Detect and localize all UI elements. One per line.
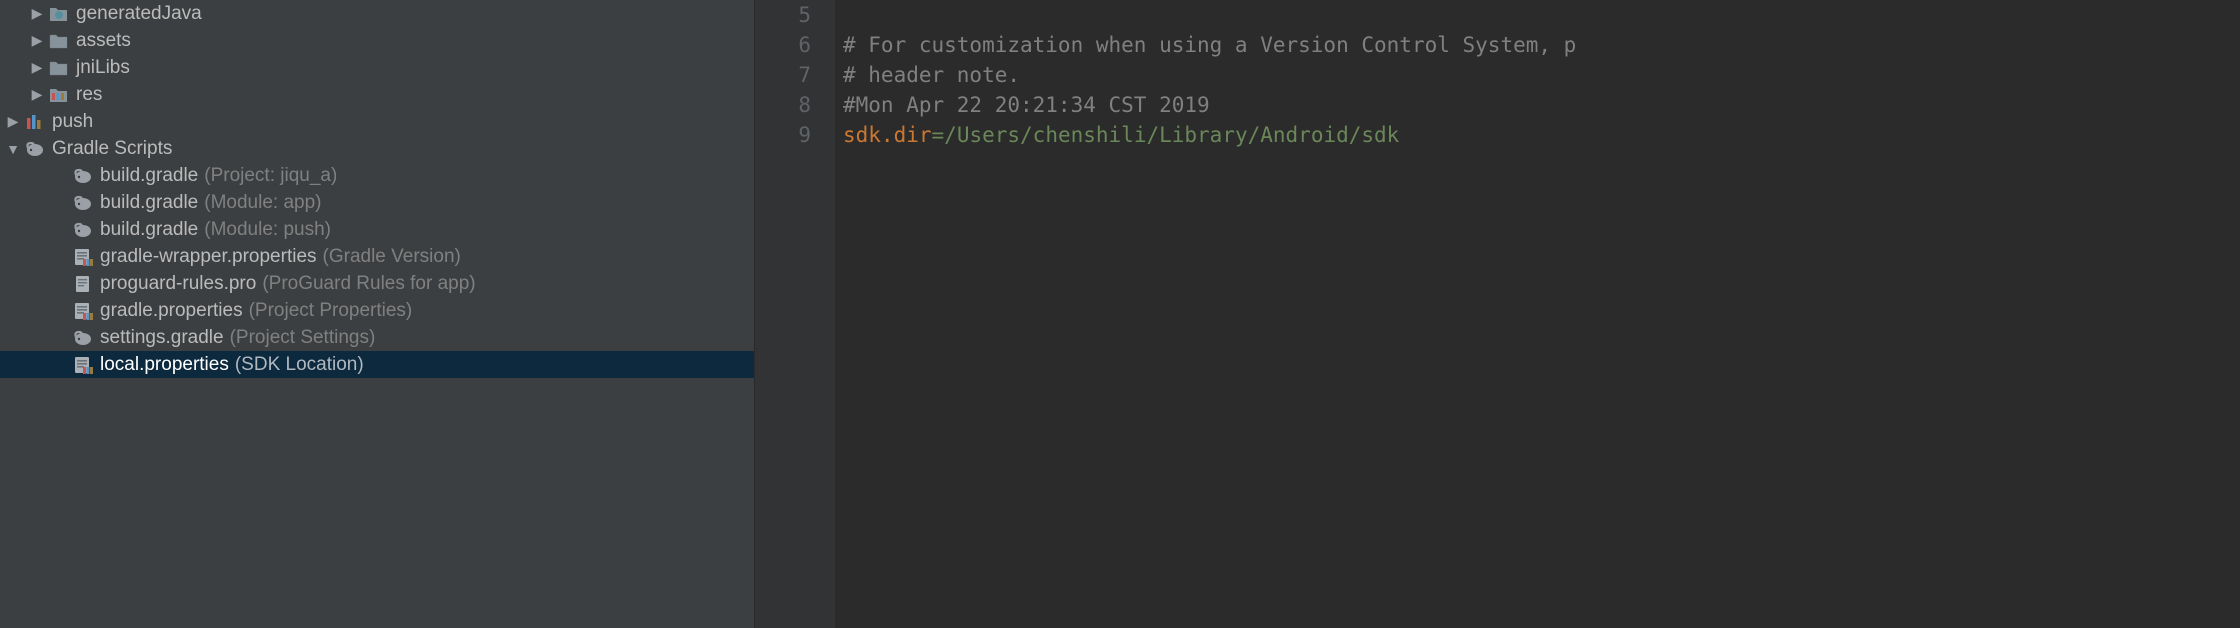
chevron-down-icon: ▼ xyxy=(6,141,20,157)
file-icon xyxy=(72,273,94,295)
gradle-icon xyxy=(24,138,46,160)
gutter-margin xyxy=(827,0,835,628)
tree-item-gradle-properties[interactable]: ▶ gradle.properties (Project Properties) xyxy=(0,297,754,324)
tree-item-build-gradle-app[interactable]: ▶ build.gradle (Module: app) xyxy=(0,189,754,216)
code-line: sdk.dir=/Users/chenshili/Library/Android… xyxy=(843,123,1399,147)
chevron-right-icon: ▶ xyxy=(30,86,44,103)
tree-item-settings-gradle[interactable]: ▶ settings.gradle (Project Settings) xyxy=(0,324,754,351)
package-icon xyxy=(48,3,70,25)
property-sep: = xyxy=(932,123,945,147)
tree-item-hint: (Gradle Version) xyxy=(323,246,461,268)
gradle-icon xyxy=(72,192,94,214)
code-line: # For customization when using a Version… xyxy=(843,33,1576,57)
tree-item-generated-java[interactable]: ▶ generatedJava xyxy=(0,0,754,27)
properties-icon xyxy=(72,300,94,322)
tree-item-label: build.gradle xyxy=(100,192,198,214)
chevron-right-icon: ▶ xyxy=(6,113,20,130)
line-number-gutter: 5 6 7 8 9 xyxy=(755,0,827,628)
properties-icon xyxy=(72,354,94,376)
folder-icon xyxy=(48,30,70,52)
tree-item-label: settings.gradle xyxy=(100,327,224,349)
tree-item-build-gradle-push[interactable]: ▶ build.gradle (Module: push) xyxy=(0,216,754,243)
project-tree[interactable]: ▶ generatedJava ▶ assets ▶ jniLibs ▶ res… xyxy=(0,0,754,628)
tree-item-label: gradle-wrapper.properties xyxy=(100,246,317,268)
res-folder-icon xyxy=(48,84,70,106)
tree-item-hint: (ProGuard Rules for app) xyxy=(262,273,475,295)
tree-item-label: local.properties xyxy=(100,354,229,376)
tree-item-hint: (Project Settings) xyxy=(230,327,376,349)
tree-item-res[interactable]: ▶ res xyxy=(0,81,754,108)
tree-item-label: push xyxy=(52,111,93,133)
tree-item-label: jniLibs xyxy=(76,57,130,79)
tree-item-label: generatedJava xyxy=(76,3,202,25)
tree-item-push[interactable]: ▶ push xyxy=(0,108,754,135)
tree-item-hint: (SDK Location) xyxy=(235,354,364,376)
tree-item-hint: (Project: jiqu_a) xyxy=(204,165,337,187)
chevron-right-icon: ▶ xyxy=(30,59,44,76)
editor-pane[interactable]: 5 6 7 8 9 # For customization when using… xyxy=(754,0,2240,628)
tree-item-label: build.gradle xyxy=(100,219,198,241)
tree-item-jnilibs[interactable]: ▶ jniLibs xyxy=(0,54,754,81)
tree-item-gradle-scripts[interactable]: ▼ Gradle Scripts xyxy=(0,135,754,162)
gradle-icon xyxy=(72,165,94,187)
tree-item-label: proguard-rules.pro xyxy=(100,273,256,295)
tree-item-label: gradle.properties xyxy=(100,300,243,322)
line-number: 9 xyxy=(755,120,811,150)
tree-item-hint: (Project Properties) xyxy=(249,300,413,322)
gradle-icon xyxy=(72,219,94,241)
tree-item-build-gradle-project[interactable]: ▶ build.gradle (Project: jiqu_a) xyxy=(0,162,754,189)
tree-item-label: Gradle Scripts xyxy=(52,138,172,160)
line-number: 8 xyxy=(755,90,811,120)
tree-item-proguard[interactable]: ▶ proguard-rules.pro (ProGuard Rules for… xyxy=(0,270,754,297)
code-area[interactable]: # For customization when using a Version… xyxy=(835,0,2240,628)
folder-icon xyxy=(48,57,70,79)
tree-item-hint: (Module: push) xyxy=(204,219,331,241)
tree-item-assets[interactable]: ▶ assets xyxy=(0,27,754,54)
tree-item-label: build.gradle xyxy=(100,165,198,187)
tree-item-hint: (Module: app) xyxy=(204,192,321,214)
code-line: #Mon Apr 22 20:21:34 CST 2019 xyxy=(843,93,1210,117)
line-number: 6 xyxy=(755,30,811,60)
tree-item-gradle-wrapper[interactable]: ▶ gradle-wrapper.properties (Gradle Vers… xyxy=(0,243,754,270)
tree-item-label: res xyxy=(76,84,102,106)
chevron-right-icon: ▶ xyxy=(30,32,44,49)
line-number: 5 xyxy=(755,0,811,30)
module-icon xyxy=(24,111,46,133)
chevron-right-icon: ▶ xyxy=(30,5,44,22)
property-value: /Users/chenshili/Library/Android/sdk xyxy=(944,123,1399,147)
property-key: sdk.dir xyxy=(843,123,932,147)
tree-item-local-properties[interactable]: ▶ local.properties (SDK Location) xyxy=(0,351,754,378)
line-number: 7 xyxy=(755,60,811,90)
tree-item-label: assets xyxy=(76,30,131,52)
properties-icon xyxy=(72,246,94,268)
gradle-icon xyxy=(72,327,94,349)
code-line: # header note. xyxy=(843,63,1020,87)
